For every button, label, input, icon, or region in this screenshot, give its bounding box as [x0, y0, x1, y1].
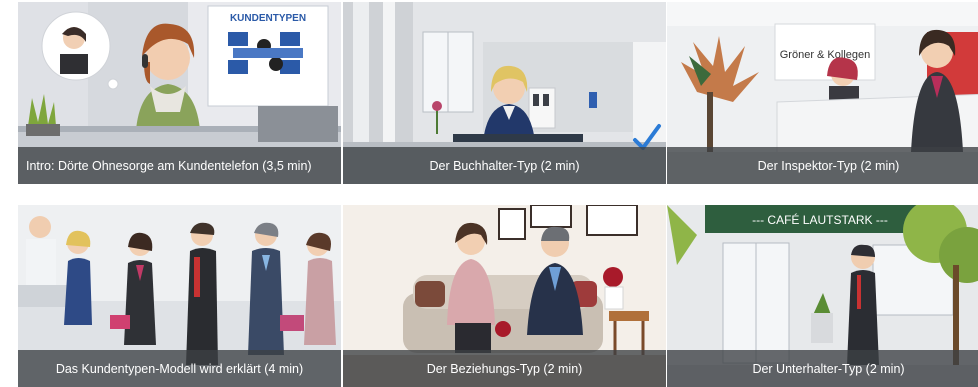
video-caption: Das Kundentypen-Modell wird erklärt (4 m… — [18, 350, 341, 387]
video-tile-buchhalter[interactable]: Der Buchhalter-Typ (2 min) — [343, 2, 666, 184]
video-tile-unterhalter[interactable]: --- CAFÉ LAUTSTARK --- Der Unterhalter-T… — [667, 205, 978, 387]
company-sign: Gröner & Kollegen — [780, 49, 871, 61]
video-caption: Der Buchhalter-Typ (2 min) — [343, 147, 666, 184]
video-tile-beziehung[interactable]: Der Beziehungs-Typ (2 min) — [343, 205, 666, 387]
video-tile-inspektor[interactable]: Gröner & Kollegen Der Inspektor-Typ (2 m… — [667, 2, 978, 184]
video-caption: Der Inspektor-Typ (2 min) — [667, 147, 978, 184]
poster-title: KUNDENTYPEN — [230, 13, 306, 24]
video-tile-modell[interactable]: Das Kundentypen-Modell wird erklärt (4 m… — [18, 205, 341, 387]
video-caption: Der Beziehungs-Typ (2 min) — [343, 350, 666, 387]
video-caption: Der Unterhalter-Typ (2 min) — [667, 350, 978, 387]
video-tile-intro[interactable]: KUNDENTYPEN Intro: Dörte Ohnesorge am Ku… — [18, 2, 341, 184]
video-caption: Intro: Dörte Ohnesorge am Kundentelefon … — [18, 147, 341, 184]
cafe-sign: --- CAFÉ LAUTSTARK --- — [752, 212, 888, 227]
